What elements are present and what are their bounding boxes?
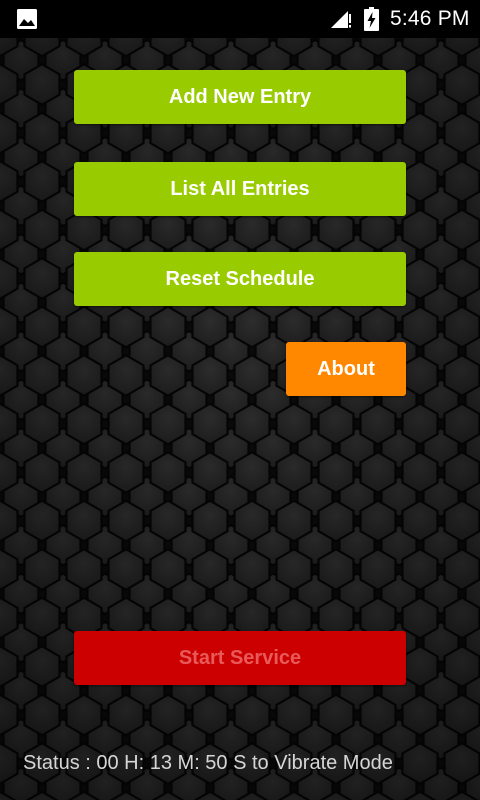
hexagon-background — [0, 38, 480, 800]
system-status-bar: 5:46 PM — [0, 0, 480, 38]
list-all-entries-button[interactable]: List All Entries — [74, 162, 406, 216]
clock: 5:46 PM — [390, 7, 470, 30]
reset-schedule-button[interactable]: Reset Schedule — [74, 252, 406, 306]
about-button[interactable]: About — [286, 342, 406, 396]
gallery-icon — [17, 9, 37, 29]
add-new-entry-button[interactable]: Add New Entry — [74, 70, 406, 124]
start-service-button[interactable]: Start Service — [74, 631, 406, 685]
battery-charging-icon — [364, 7, 379, 31]
app-screen: 5:46 PM Add New Entry List All Entries R… — [0, 0, 480, 800]
signal-icon — [331, 11, 351, 28]
service-status-text: Status : 00 H: 13 M: 50 S to Vibrate Mod… — [23, 752, 393, 774]
